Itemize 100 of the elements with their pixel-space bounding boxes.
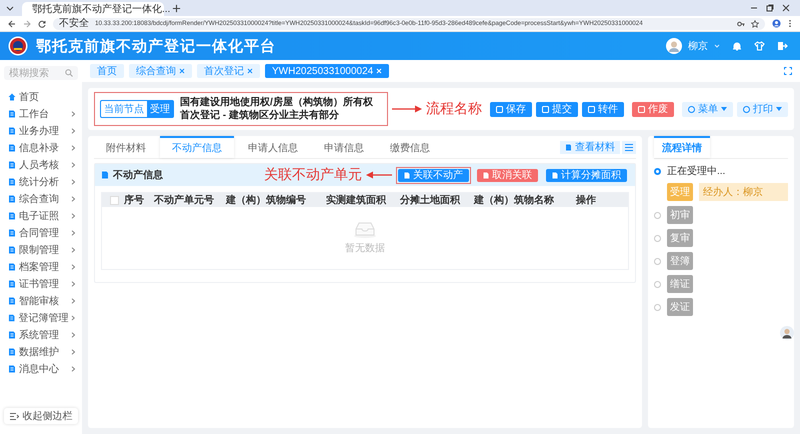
new-tab-icon[interactable] xyxy=(172,4,181,12)
step-badge: 初审 xyxy=(667,206,693,224)
sidebar-item[interactable]: 档案管理 xyxy=(4,258,78,275)
star-icon[interactable] xyxy=(751,20,759,28)
close-icon[interactable] xyxy=(782,4,790,12)
document-icon xyxy=(8,330,16,338)
search-icon[interactable] xyxy=(65,69,73,77)
timeline-dot xyxy=(654,258,661,264)
timeline-dot xyxy=(654,168,661,174)
empty-inbox-icon xyxy=(353,222,377,238)
security-badge[interactable]: 不安全 xyxy=(59,18,89,29)
sidebar-item[interactable]: 登记簿管理 xyxy=(4,309,78,326)
sidebar-item[interactable]: 业务办理 xyxy=(4,122,78,139)
step-badge: 复审 xyxy=(667,229,693,247)
menu-icon xyxy=(625,144,633,150)
home-icon xyxy=(8,92,16,100)
collapse-icon xyxy=(10,412,18,420)
restore-icon[interactable] xyxy=(766,4,774,12)
document-icon xyxy=(8,126,16,134)
avatar[interactable] xyxy=(780,326,794,340)
detail-tab[interactable]: 缴费信息 xyxy=(378,136,442,158)
menu-button[interactable] xyxy=(622,140,636,154)
sidebar-item[interactable]: 人员考核 xyxy=(4,156,78,173)
timeline-dot xyxy=(654,280,661,288)
process-title: 国有建设用地使用权/房屋（构筑物）所有权首次登记 - 建筑物区分业主共有部分 xyxy=(180,96,374,122)
status-text: 正在受理中... xyxy=(667,164,726,178)
column-header: 序号 xyxy=(124,193,145,207)
shirt-icon[interactable] xyxy=(754,41,765,51)
document-icon xyxy=(8,110,16,118)
document-icon xyxy=(8,296,16,304)
sidebar-item[interactable]: 综合查询 xyxy=(4,190,78,207)
fullscreen-icon[interactable] xyxy=(784,67,792,75)
step-badge: 发证 xyxy=(667,298,693,316)
step-badge: 受理 xyxy=(667,183,693,201)
caret-icon xyxy=(776,107,782,111)
circle-icon xyxy=(743,106,750,112)
handler-tooltip: 经办人：柳京 xyxy=(699,183,788,201)
profile-icon[interactable] xyxy=(772,19,781,28)
empty-text: 暂无数据 xyxy=(345,242,385,254)
key-icon[interactable] xyxy=(737,20,745,28)
document-icon xyxy=(8,246,16,254)
annotation-text: 流程名称 xyxy=(426,100,482,118)
node-badge: 当前节点 受理 xyxy=(100,100,174,118)
sidebar-item[interactable]: 电子证照 xyxy=(4,207,78,224)
document-icon xyxy=(8,348,16,356)
sidebar-item[interactable]: 统计分析 xyxy=(4,173,78,190)
square-icon xyxy=(638,106,645,112)
sidebar-item[interactable]: 信息补录 xyxy=(4,139,78,156)
reload-icon[interactable] xyxy=(38,20,46,28)
document-icon xyxy=(8,314,16,322)
detail-tab[interactable]: 申请信息 xyxy=(312,136,376,158)
sidebar-item[interactable]: 系统管理 xyxy=(4,326,78,343)
annotation-arrow xyxy=(366,171,392,179)
detail-tab[interactable]: 附件材料 xyxy=(94,136,158,158)
column-header: 实测建筑面积 xyxy=(326,193,388,207)
more-icon[interactable] xyxy=(788,19,792,28)
emblem-icon xyxy=(8,36,28,56)
square-icon xyxy=(496,106,503,112)
sidebar-item[interactable]: 限制管理 xyxy=(4,241,78,258)
detail-tab[interactable]: 申请人信息 xyxy=(236,136,310,158)
column-header: 建（构）筑物名称 xyxy=(474,194,555,207)
document-icon xyxy=(565,144,572,150)
app-title: 鄂托克前旗不动产登记一体化平台 xyxy=(36,36,276,56)
document-icon xyxy=(101,171,109,179)
select-all-checkbox[interactable] xyxy=(110,196,119,204)
logout-icon[interactable] xyxy=(777,41,788,51)
document-icon xyxy=(8,364,16,372)
sidebar-item[interactable]: 数据维护 xyxy=(4,343,78,360)
document-icon xyxy=(8,212,16,220)
square-icon xyxy=(588,106,595,112)
document-icon xyxy=(8,160,16,168)
bell-icon[interactable] xyxy=(732,41,742,51)
circle-icon xyxy=(688,106,695,112)
tab-list-icon[interactable] xyxy=(6,4,14,12)
column-header: 建（构）筑物编号 xyxy=(226,194,307,207)
forward-icon[interactable] xyxy=(23,20,31,28)
sidebar-item[interactable]: 智能审核 xyxy=(4,292,78,309)
sidebar-item[interactable]: 首页 xyxy=(4,88,78,105)
sidebar-item[interactable]: 工作台 xyxy=(4,105,78,122)
back-icon[interactable] xyxy=(8,20,16,28)
document-icon xyxy=(404,172,410,178)
square-icon xyxy=(542,106,549,112)
timeline-dot xyxy=(654,234,661,242)
timeline-dot xyxy=(654,212,661,218)
annotation-arrow xyxy=(392,105,422,113)
caret-icon[interactable] xyxy=(714,43,720,49)
sidebar-item[interactable]: 证书管理 xyxy=(4,275,78,292)
step-badge: 缮证 xyxy=(667,275,693,293)
document-icon xyxy=(8,194,16,202)
document-icon xyxy=(483,172,489,178)
search-field[interactable]: 模糊搜索 xyxy=(4,66,78,80)
section-title: 不动产信息 xyxy=(113,168,163,182)
document-icon xyxy=(8,144,16,152)
sidebar-item[interactable]: 消息中心 xyxy=(4,360,78,377)
document-icon xyxy=(8,280,16,288)
collapse-sidebar-button[interactable]: 收起侧边栏 xyxy=(4,408,78,424)
column-header: 操作 xyxy=(576,194,597,207)
caret-icon xyxy=(721,107,727,111)
document-icon xyxy=(8,262,16,270)
sidebar-item[interactable]: 合同管理 xyxy=(4,224,78,241)
